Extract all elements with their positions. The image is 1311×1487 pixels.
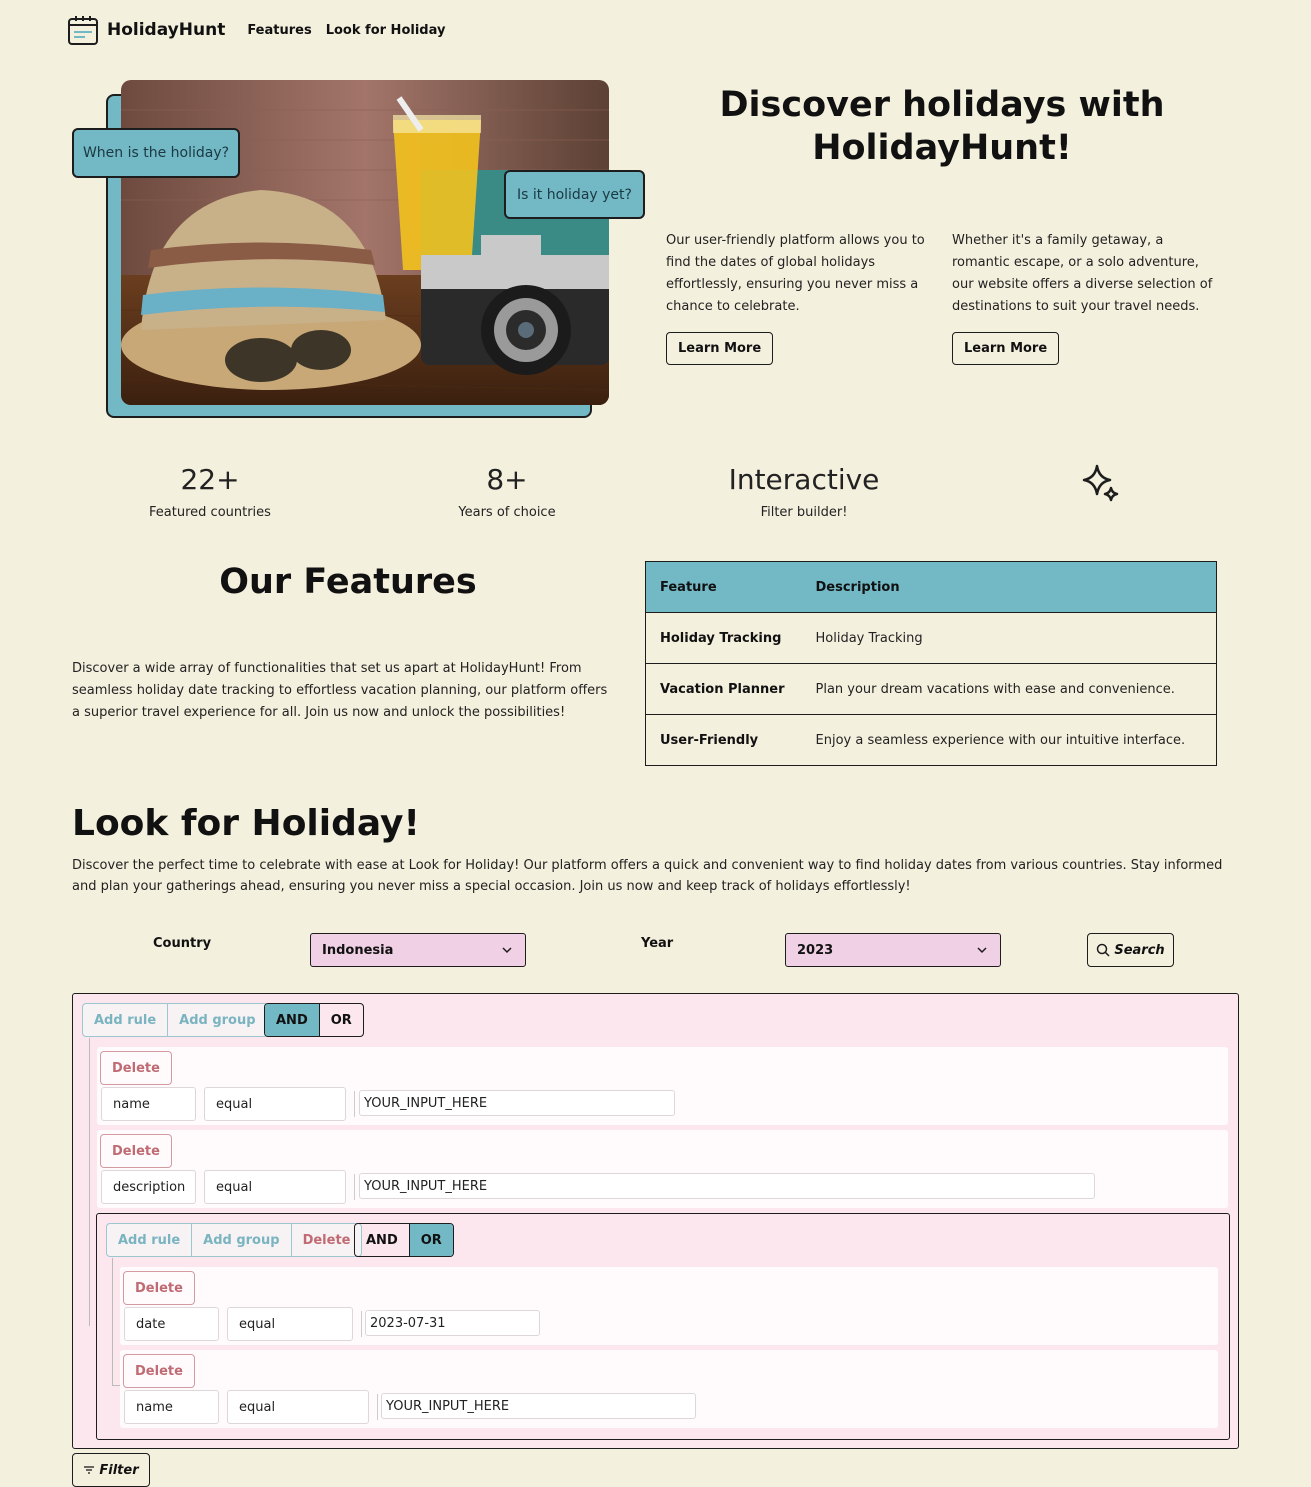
rule-operator-select[interactable]: equal bbox=[227, 1307, 353, 1341]
stat-value: Interactive bbox=[728, 463, 880, 496]
and-toggle[interactable]: AND bbox=[355, 1224, 410, 1256]
country-selected-value: Indonesia bbox=[322, 942, 394, 958]
or-toggle[interactable]: OR bbox=[409, 1224, 453, 1256]
rule-field-select[interactable]: name bbox=[101, 1087, 196, 1121]
chevron-down-icon bbox=[977, 947, 987, 954]
table-row: Vacation Planner Plan your dream vacatio… bbox=[645, 663, 1217, 715]
features-text: Discover a wide array of functionalities… bbox=[72, 661, 608, 720]
filter-button-label: Filter bbox=[99, 1462, 139, 1478]
feature-description: Holiday Tracking bbox=[801, 612, 1217, 664]
rule-row: Delete description equal bbox=[97, 1130, 1228, 1208]
rule-operator-select[interactable]: equal bbox=[227, 1390, 369, 1424]
query-builder: Add rule Add group AND OR Delete name eq… bbox=[72, 993, 1239, 1449]
country-select[interactable]: Indonesia bbox=[310, 933, 526, 967]
learn-more-button-left[interactable]: Learn More bbox=[666, 332, 774, 365]
speech-bubble-left: When is the holiday? bbox=[72, 128, 240, 178]
rule-subgroup: Add rule Add group Delete AND OR Delete … bbox=[96, 1213, 1230, 1440]
column-header-feature: Feature bbox=[645, 561, 802, 613]
table-header-row: Feature Description bbox=[645, 561, 1217, 613]
feature-description: Plan your dream vacations with ease and … bbox=[801, 663, 1217, 715]
rule-separator bbox=[361, 1311, 362, 1337]
stat-label: Years of choice bbox=[458, 505, 556, 520]
top-nav: HolidayHunt Features Look for Holiday bbox=[67, 14, 459, 46]
and-toggle[interactable]: AND bbox=[265, 1004, 320, 1036]
delete-rule-button[interactable]: Delete bbox=[100, 1051, 172, 1085]
stat-countries: 22+ Featured countries bbox=[80, 460, 340, 520]
rule-separator bbox=[354, 1174, 355, 1200]
hero-column-right: Whether it's a family getaway, a romanti… bbox=[952, 230, 1224, 365]
search-button-label: Search bbox=[1114, 942, 1165, 958]
root-group-actions: Add rule Add group bbox=[82, 1003, 268, 1037]
stat-label: Featured countries bbox=[149, 505, 271, 520]
stat-value: 8+ bbox=[486, 463, 528, 496]
search-button[interactable]: Search bbox=[1087, 933, 1174, 967]
filter-icon bbox=[84, 1466, 95, 1474]
feature-name: Holiday Tracking bbox=[645, 612, 802, 664]
add-rule-button[interactable]: Add rule bbox=[83, 1004, 169, 1036]
rule-value-input[interactable] bbox=[359, 1090, 675, 1116]
rule-field-select[interactable]: description bbox=[101, 1170, 196, 1204]
features-table: Feature Description Holiday Tracking Hol… bbox=[645, 561, 1217, 766]
subgroup-combinator-toggle: AND OR bbox=[354, 1223, 454, 1257]
subgroup-actions: Add rule Add group Delete bbox=[106, 1223, 363, 1257]
hero-text-left: Our user-friendly platform allows you to… bbox=[666, 233, 925, 314]
learn-more-button-right[interactable]: Learn More bbox=[952, 332, 1060, 365]
rule-value-input[interactable] bbox=[381, 1393, 696, 1419]
delete-rule-button[interactable]: Delete bbox=[100, 1134, 172, 1168]
look-for-holiday-title: Look for Holiday! bbox=[72, 803, 420, 844]
brand-name[interactable]: HolidayHunt bbox=[107, 20, 225, 40]
stat-label: Filter builder! bbox=[760, 505, 848, 520]
rule-operator-select[interactable]: equal bbox=[204, 1087, 346, 1121]
rule-value-input[interactable] bbox=[359, 1173, 1095, 1199]
add-group-button[interactable]: Add group bbox=[192, 1224, 292, 1256]
delete-rule-button[interactable]: Delete bbox=[123, 1354, 195, 1388]
calendar-icon bbox=[68, 16, 98, 45]
hero-text-right: Whether it's a family getaway, a romanti… bbox=[952, 233, 1213, 314]
delete-rule-button[interactable]: Delete bbox=[123, 1271, 195, 1305]
rule-row: Delete date equal bbox=[120, 1267, 1218, 1345]
search-icon bbox=[1097, 943, 1110, 957]
column-header-description: Description bbox=[801, 561, 1217, 613]
rule-field-select[interactable]: date bbox=[124, 1307, 219, 1341]
rule-separator bbox=[354, 1091, 355, 1117]
feature-name: User-Friendly bbox=[645, 714, 802, 766]
nav-link-look-for-holiday[interactable]: Look for Holiday bbox=[326, 23, 446, 38]
filter-button[interactable]: Filter bbox=[72, 1453, 150, 1487]
rule-operator-select[interactable]: equal bbox=[204, 1170, 346, 1204]
year-label: Year bbox=[641, 936, 674, 951]
chevron-down-icon bbox=[502, 947, 512, 954]
table-row: Holiday Tracking Holiday Tracking bbox=[645, 612, 1217, 664]
nav-link-features[interactable]: Features bbox=[247, 23, 311, 38]
add-group-button[interactable]: Add group bbox=[168, 1004, 266, 1036]
hero-title: Discover holidays with HolidayHunt! bbox=[719, 85, 1165, 168]
feature-description: Enjoy a seamless experience with our int… bbox=[801, 714, 1217, 766]
features-title: Our Features bbox=[219, 562, 477, 602]
country-label: Country bbox=[153, 936, 212, 951]
or-toggle[interactable]: OR bbox=[320, 1004, 363, 1036]
rule-row: Delete name equal bbox=[120, 1350, 1218, 1428]
tree-connector bbox=[112, 1258, 120, 1386]
rule-field-select[interactable]: name bbox=[124, 1390, 219, 1424]
rule-separator bbox=[377, 1394, 378, 1420]
add-rule-button[interactable]: Add rule bbox=[107, 1224, 193, 1256]
stat-years: 8+ Years of choice bbox=[377, 460, 637, 520]
stat-interactive: Interactive Filter builder! bbox=[674, 460, 934, 520]
rule-value-input[interactable] bbox=[365, 1310, 540, 1336]
hero-column-left: Our user-friendly platform allows you to… bbox=[666, 230, 938, 365]
rule-row: Delete name equal bbox=[97, 1047, 1228, 1125]
table-row: User-Friendly Enjoy a seamless experienc… bbox=[645, 714, 1217, 766]
feature-name: Vacation Planner bbox=[645, 663, 802, 715]
root-combinator-toggle: AND OR bbox=[264, 1003, 364, 1037]
look-for-holiday-text: Discover the perfect time to celebrate w… bbox=[72, 858, 1223, 894]
sparkle-icon bbox=[1082, 464, 1119, 502]
delete-group-button[interactable]: Delete bbox=[292, 1224, 362, 1256]
speech-bubble-right: Is it holiday yet? bbox=[504, 170, 645, 219]
year-select[interactable]: 2023 bbox=[785, 933, 1001, 967]
stat-value: 22+ bbox=[180, 463, 240, 496]
year-selected-value: 2023 bbox=[797, 942, 834, 958]
